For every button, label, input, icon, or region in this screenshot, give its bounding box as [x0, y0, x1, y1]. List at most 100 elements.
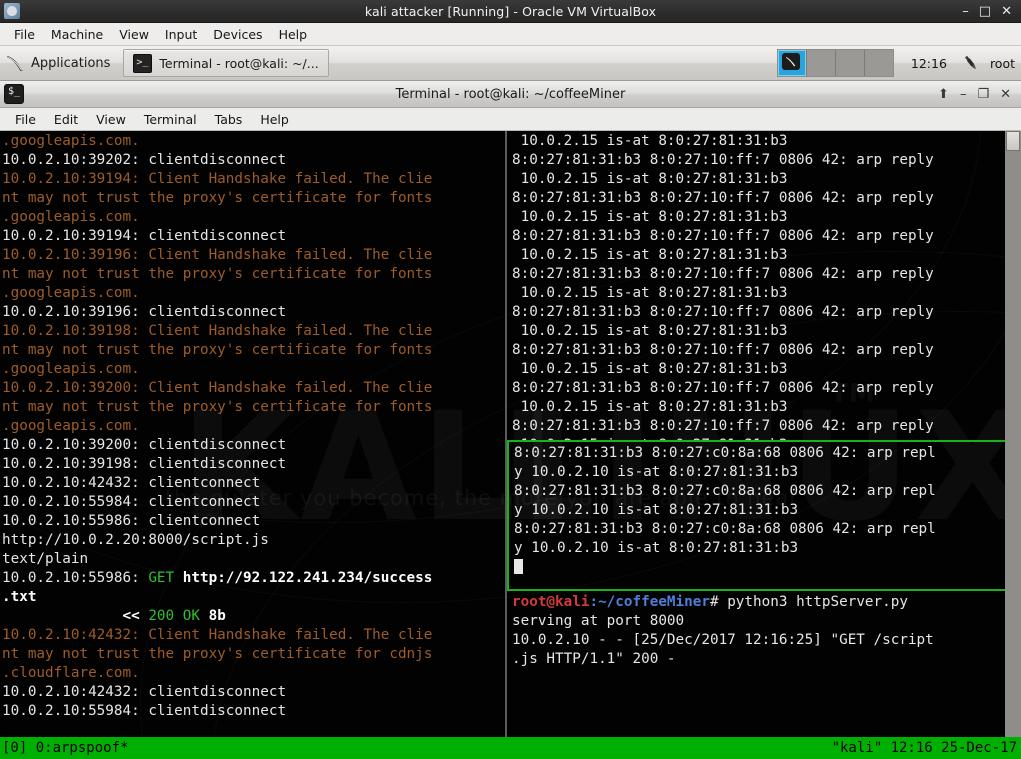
panel-clock[interactable]: 12:16 — [902, 56, 956, 71]
workspace-window-thumbnail — [785, 56, 797, 67]
terminal-menu-terminal[interactable]: Terminal — [135, 111, 206, 128]
terminal-menu-edit[interactable]: Edit — [45, 111, 87, 128]
terminal-menu-help[interactable]: Help — [251, 111, 298, 128]
menu-devices[interactable]: Devices — [205, 26, 270, 43]
pen-icon[interactable] — [959, 51, 983, 75]
close-icon[interactable]: ✕ — [1001, 5, 1012, 18]
prompt-path: :~/coffeeMiner — [589, 594, 710, 610]
terminal-line: 8:0:27:81:31:b3 8:0:27:c0:8a:68 0806 42:… — [514, 444, 1005, 463]
terminal-line: 10.0.2.15 is-at 8:0:27:81:31:b3 — [512, 170, 1005, 189]
terminal-text: 10.0.2.15 is-at 8:0:27:81:31:b3 — [512, 323, 787, 339]
scrollbar-thumb[interactable] — [1006, 131, 1020, 151]
terminal-line: 8:0:27:81:31:b3 8:0:27:c0:8a:68 0806 42:… — [514, 520, 1005, 539]
terminal-line: 10.0.2.10:55986: GET http://92.122.241.2… — [2, 569, 505, 588]
workspace-3[interactable] — [836, 50, 865, 76]
terminal-line: 10.0.2.10:42432: clientdisconnect — [2, 683, 505, 702]
terminal-line: .cloudflare.com. — [2, 664, 505, 683]
terminal-text: .googleapis.com. — [2, 418, 140, 434]
terminal-prompt-line: root@kali:~/coffeeMiner# python3 httpSer… — [512, 593, 1005, 612]
applications-label: Applications — [31, 56, 110, 71]
tmux-vertical-divider[interactable] — [505, 131, 507, 737]
workspace-2[interactable] — [807, 50, 836, 76]
terminal-line: 10.0.2.10:39196: Client Handshake failed… — [2, 246, 505, 265]
terminal-text: << — [2, 608, 148, 624]
tmux-pane-httpserver[interactable]: root@kali:~/coffeeMiner# python3 httpSer… — [507, 591, 1005, 737]
terminal-line: 10.0.2.15 is-at 8:0:27:81:31:b3 — [512, 246, 1005, 265]
terminal-text: 10.0.2.15 is-at 8:0:27:81:31:b3 — [512, 209, 787, 225]
terminal-line: 8:0:27:81:31:b3 8:0:27:10:ff:7 0806 42: … — [512, 379, 1005, 398]
workspace-4[interactable] — [865, 50, 893, 76]
applications-menu-button[interactable]: Applications — [0, 46, 119, 80]
terminal-line: 10.0.2.10:42432: Client Handshake failed… — [2, 626, 505, 645]
tmux-status-left[interactable]: [0] 0:arpspoof* — [2, 740, 128, 756]
terminal-text: 8:0:27:81:31:b3 8:0:27:10:ff:7 0806 42: … — [512, 342, 934, 358]
panel-user-label[interactable]: root — [986, 56, 1021, 71]
terminal-text: 8:0:27:81:31:b3 8:0:27:c0:8a:68 0806 42:… — [514, 445, 936, 461]
terminal-text: 8:0:27:81:31:b3 8:0:27:c0:8a:68 0806 42:… — [514, 483, 936, 499]
menu-machine[interactable]: Machine — [43, 26, 111, 43]
terminal-text: nt may not trust the proxy's certificate… — [2, 342, 432, 358]
terminal-window-buttons: ⬆ – ❐ ✕ — [938, 88, 1021, 101]
terminal-text: .googleapis.com. — [2, 285, 140, 301]
terminal-line: nt may not trust the proxy's certificate… — [2, 189, 505, 208]
workspace-1[interactable] — [778, 50, 807, 76]
tmux-pane-arpspoof-victim[interactable]: 8:0:27:81:31:b3 8:0:27:c0:8a:68 0806 42:… — [507, 440, 1005, 591]
terminal-line: y 10.0.2.10 is-at 8:0:27:81:31:b3 — [514, 539, 1005, 558]
taskbar-terminal-button[interactable]: Terminal - root@kali: ~/... — [123, 49, 328, 77]
terminal-line: .googleapis.com. — [2, 284, 505, 303]
terminal-text: .cloudflare.com. — [2, 665, 140, 681]
terminal-line: 10.0.2.10:55984: clientdisconnect — [2, 702, 505, 721]
panel-right-section: 12:16 root — [777, 46, 1021, 80]
terminal-text: 10.0.2.10:42432: clientconnect — [2, 475, 260, 491]
tmux-panes-container: KALI LINUX TM the quieter you become, th… — [0, 131, 1005, 737]
terminal-menubar: File Edit View Terminal Tabs Help — [0, 108, 1021, 131]
terminal-text: 10.0.2.10:55986: — [2, 570, 148, 586]
maximize-icon[interactable]: ❐ — [977, 88, 989, 101]
terminal-text: 10.0.2.15 is-at 8:0:27:81:31:b3 — [512, 247, 787, 263]
tmux-pane-mitmproxy[interactable]: .googleapis.com. 10.0.2.10:39202: clientd… — [0, 131, 505, 737]
terminal-line: y 10.0.2.10 is-at 8:0:27:81:31:b3 — [514, 501, 1005, 520]
terminal-menu-tabs[interactable]: Tabs — [206, 111, 252, 128]
tmux-right-column: 10.0.2.15 is-at 8:0:27:81:31:b38:0:27:81… — [507, 131, 1005, 737]
terminal-text: 10.0.2.10:55986: clientconnect — [2, 513, 260, 529]
terminal-line: 8:0:27:81:31:b3 8:0:27:10:ff:7 0806 42: … — [512, 341, 1005, 360]
terminal-line: text/plain — [2, 550, 505, 569]
minimize-icon[interactable]: – — [960, 88, 967, 101]
workspace-switcher[interactable] — [777, 49, 894, 77]
terminal-window: Terminal - root@kali: ~/coffeeMiner ⬆ – … — [0, 81, 1021, 759]
prompt-user-host: root@kali — [512, 594, 589, 610]
menu-help[interactable]: Help — [271, 26, 316, 43]
close-icon[interactable]: ✕ — [1000, 88, 1011, 101]
minimize-icon[interactable]: – — [962, 5, 969, 18]
terminal-menu-file[interactable]: File — [6, 111, 45, 128]
terminal-line: 10.0.2.15 is-at 8:0:27:81:31:b3 — [512, 322, 1005, 341]
terminal-menu-view[interactable]: View — [87, 111, 135, 128]
tmux-pane-arpspoof-gateway[interactable]: 10.0.2.15 is-at 8:0:27:81:31:b38:0:27:81… — [507, 131, 1005, 440]
menu-view[interactable]: View — [111, 26, 157, 43]
terminal-scrollbar[interactable] — [1005, 131, 1021, 737]
terminal-cursor — [514, 559, 523, 574]
terminal-line: nt may not trust the proxy's certificate… — [2, 341, 505, 360]
terminal-text: 10.0.2.10:39194: clientdisconnect — [2, 228, 286, 244]
kali-desktop-panel: Applications Terminal - root@kali: ~/...… — [0, 46, 1021, 81]
terminal-text: 10.0.2.10:39196: clientdisconnect — [2, 304, 286, 320]
terminal-text: 10.0.2.15 is-at 8:0:27:81:31:b3 — [512, 399, 787, 415]
shade-icon[interactable]: ⬆ — [938, 88, 949, 101]
maximize-icon[interactable]: □ — [979, 5, 991, 18]
terminal-text: 8:0:27:81:31:b3 8:0:27:10:ff:7 0806 42: … — [512, 304, 934, 320]
terminal-line: 10.0.2.10:39200: Client Handshake failed… — [2, 379, 505, 398]
terminal-line: 10.0.2.10:39202: clientdisconnect — [2, 151, 505, 170]
terminal-text: nt may not trust the proxy's certificate… — [2, 646, 432, 662]
terminal-text: 8:0:27:81:31:b3 8:0:27:10:ff:7 0806 42: … — [512, 190, 934, 206]
menu-input[interactable]: Input — [157, 26, 205, 43]
terminal-line: 10.0.2.15 is-at 8:0:27:81:31:b3 — [512, 360, 1005, 379]
terminal-text: .googleapis.com. — [2, 133, 140, 149]
terminal-text: 10.0.2.10:39196: Client Handshake failed… — [2, 247, 432, 263]
menu-file[interactable]: File — [6, 26, 43, 43]
terminal-line: 10.0.2.10:39198: clientdisconnect — [2, 455, 505, 474]
terminal-text: text/plain — [2, 551, 88, 567]
terminal-text: nt may not trust the proxy's certificate… — [2, 190, 432, 206]
terminal-line: 10.0.2.15 is-at 8:0:27:81:31:b3 — [512, 132, 1005, 151]
terminal-line: 10.0.2.10 - - [25/Dec/2017 12:16:25] "GE… — [512, 631, 1005, 650]
terminal-line: 10.0.2.15 is-at 8:0:27:81:31:b3 — [512, 208, 1005, 227]
